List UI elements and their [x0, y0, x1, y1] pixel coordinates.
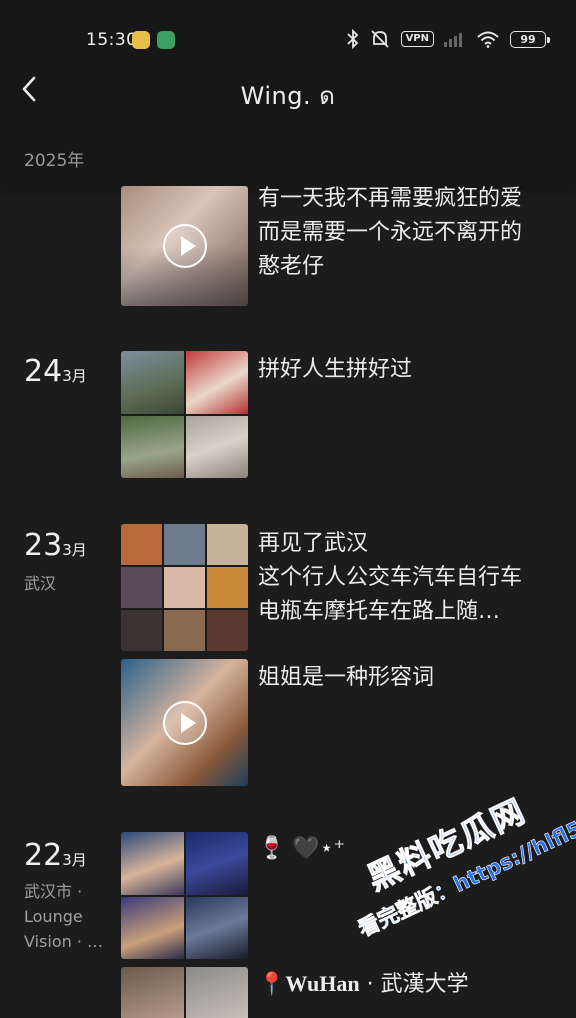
video-thumbnail[interactable]	[121, 186, 248, 306]
entry-date: 243月	[24, 354, 87, 389]
location-line: Lounge	[24, 907, 83, 926]
entry-date: 233月	[24, 528, 87, 563]
photo	[185, 967, 248, 1018]
vpn-badge: VPN	[400, 31, 434, 47]
photo	[207, 567, 248, 608]
video-thumbnail[interactable]	[121, 659, 248, 786]
page-title: Wing. ด	[0, 76, 576, 115]
photo	[121, 832, 184, 895]
entry-month: 3月	[62, 851, 87, 869]
page-title-glyph: ด	[319, 82, 336, 110]
post-text[interactable]: 拼好人生拼好过	[258, 353, 558, 387]
status-time: 15:30	[86, 30, 138, 50]
photo	[207, 610, 248, 651]
mute-icon	[370, 30, 389, 48]
entry-month: 3月	[62, 541, 87, 559]
photo	[121, 567, 162, 608]
post-text-line: 有一天我不再需要疯狂的爱	[258, 186, 523, 211]
wifi-icon	[477, 31, 499, 48]
post-text-line: 这个行人公交车汽车自行车	[258, 565, 523, 590]
photo	[121, 610, 162, 651]
photo	[185, 415, 248, 478]
photo	[121, 896, 184, 959]
status-icons: VPN 99	[346, 28, 550, 50]
location-line: 武汉市 ·	[24, 882, 83, 901]
photo	[185, 832, 248, 895]
play-icon	[163, 701, 207, 745]
year-label: 2025年	[24, 151, 85, 171]
photo	[185, 351, 248, 414]
post-text-line: 姐姐是一种形容词	[258, 665, 435, 690]
entry-day: 24	[24, 354, 63, 389]
year-section-header: 2025年	[0, 120, 576, 186]
watermark: 黑料吃瓜网 看完整版：https://hlfl5.com	[332, 747, 576, 993]
signal-icon	[444, 33, 462, 47]
nav-header: Wing. ด	[0, 60, 576, 120]
photo	[121, 351, 184, 414]
photo	[121, 415, 184, 478]
photo-thumbnail[interactable]	[121, 967, 248, 1018]
photo-grid[interactable]	[121, 832, 248, 959]
notification-app-icon	[132, 31, 150, 49]
post-text-bold: WuHan	[285, 971, 360, 996]
post-text-line: 憨老仔	[258, 254, 325, 279]
photo-grid[interactable]	[121, 524, 248, 651]
post-text-line: 而是需要一个永远不离开的	[258, 220, 523, 245]
post-text[interactable]: 姐姐是一种形容词	[258, 661, 558, 695]
photo	[185, 896, 248, 959]
photo	[164, 524, 205, 565]
photo	[164, 610, 205, 651]
photo-grid[interactable]	[121, 351, 248, 478]
entry-month: 3月	[62, 367, 87, 385]
entry-location: 武汉	[24, 574, 57, 593]
post-text[interactable]: 再见了武汉 这个行人公交车汽车自行车 电瓶车摩托车在路上随…	[258, 527, 558, 629]
entry-day: 22	[24, 838, 63, 873]
notification-app-icon-2	[157, 31, 175, 49]
post-text-line: 拼好人生拼好过	[258, 357, 413, 382]
photo	[207, 524, 248, 565]
entry-date: 223月	[24, 838, 87, 873]
photo	[121, 967, 184, 1018]
post-text-line: 电瓶车摩托车在路上随…	[258, 599, 501, 624]
location-pin-icon: 📍	[258, 972, 286, 997]
post-text[interactable]: 有一天我不再需要疯狂的爱 而是需要一个永远不离开的 憨老仔	[258, 182, 558, 284]
battery-icon: 99	[510, 30, 550, 48]
bluetooth-icon	[346, 29, 358, 49]
entry-day: 23	[24, 528, 63, 563]
photo	[121, 524, 162, 565]
entry-location: 武汉市 · Lounge Vision · …	[24, 879, 103, 954]
location-line: Vision · …	[24, 932, 104, 951]
play-icon	[163, 224, 207, 268]
post-text-line: 再见了武汉	[258, 531, 369, 556]
photo	[164, 567, 205, 608]
page-title-text: Wing.	[240, 82, 320, 110]
